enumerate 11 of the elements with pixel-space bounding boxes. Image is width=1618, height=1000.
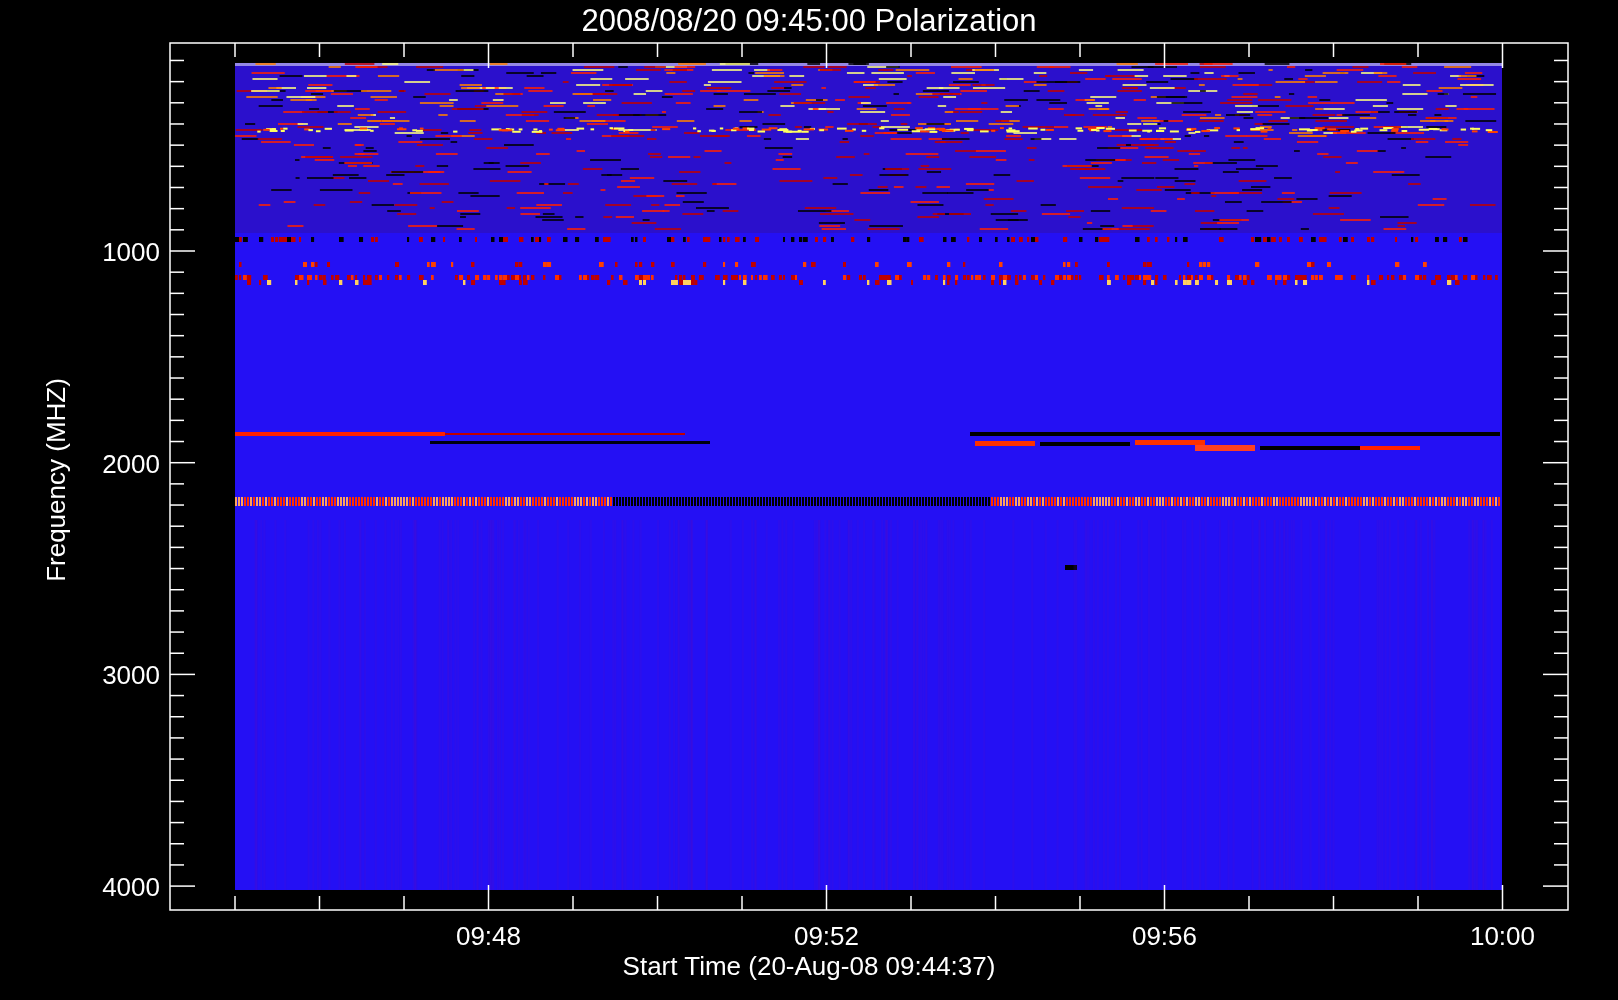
tick-label: 2000: [102, 448, 160, 479]
axis-label: Start Time (20-Aug-08 09:44:37): [622, 951, 996, 981]
tick-label: 1000: [102, 237, 160, 267]
tick-label: 09:52: [793, 921, 860, 951]
tick-label: 09:48: [455, 921, 522, 951]
tick-label: 10:00: [1469, 921, 1536, 951]
tick-label: 4000: [102, 872, 160, 903]
axis-label: Frequency (MHZ): [41, 378, 71, 582]
chart-title: 2008/08/20 09:45:00 Polarization: [581, 3, 1037, 38]
tick-label: 09:56: [1131, 921, 1198, 951]
tick-label: 3000: [102, 660, 160, 691]
